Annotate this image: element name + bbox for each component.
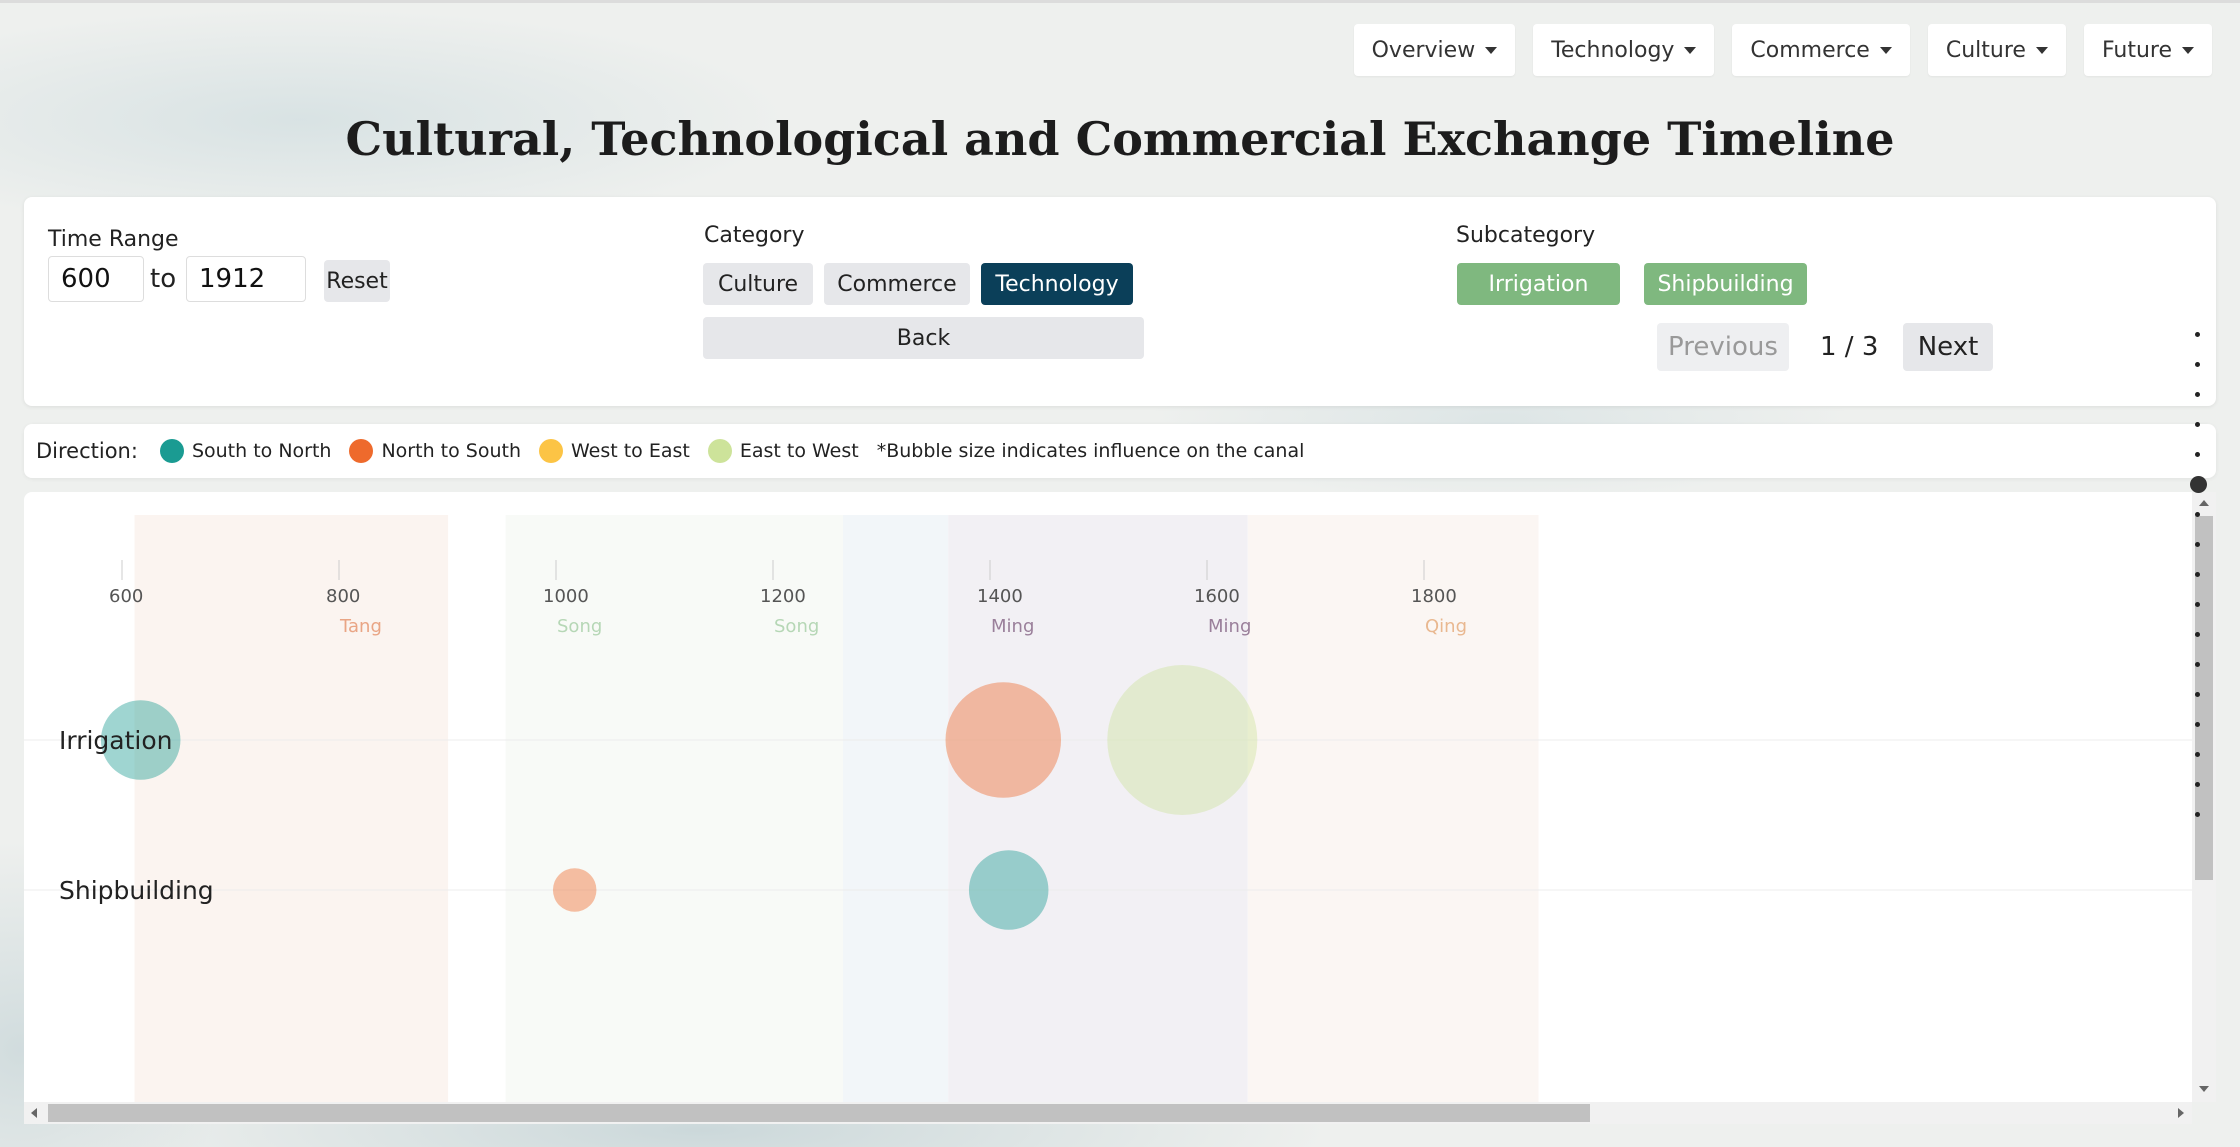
category-label: Category — [704, 223, 805, 248]
nav-dot[interactable] — [2195, 332, 2200, 337]
nav-overview-dropdown[interactable]: Overview — [1353, 24, 1516, 76]
dynasty-label: Qing — [1425, 616, 1467, 637]
top-nav: Overview Technology Commerce Culture Fut… — [1353, 24, 2212, 76]
subcategory-shipbuilding-button[interactable]: Shipbuilding — [1644, 263, 1807, 305]
timeline-chart-svg: 600 800 1000 1200 1400 1600 1800 Tang Song Song Mi… — [24, 515, 2192, 1102]
nav-dot[interactable] — [2195, 362, 2200, 367]
time-range-label: Time Range — [48, 227, 179, 252]
data-bubble — [1107, 665, 1258, 815]
scroll-right-icon[interactable] — [2178, 1108, 2184, 1118]
nav-dot[interactable] — [2195, 572, 2200, 577]
nav-dot[interactable] — [2195, 812, 2200, 817]
caret-down-icon — [2035, 46, 2048, 54]
legend-note: *Bubble size indicates influence on the … — [876, 440, 1305, 462]
nav-culture-dropdown[interactable]: Culture — [1927, 24, 2066, 76]
nav-item-label: Future — [2101, 37, 2172, 63]
x-tick-label: 1400 — [977, 586, 1023, 607]
category-technology-button[interactable]: Technology — [981, 263, 1133, 305]
nav-item-label: Overview — [1371, 37, 1476, 63]
nav-dot[interactable] — [2195, 422, 2200, 427]
x-tick-label: 1600 — [1194, 586, 1240, 607]
dynasty-label: Ming — [991, 616, 1034, 637]
page-indicator: 1 / 3 — [1820, 332, 1879, 362]
nav-item-label: Culture — [1945, 37, 2026, 63]
previous-button[interactable]: Previous — [1657, 323, 1789, 371]
caret-down-icon — [2182, 46, 2194, 54]
nav-dot[interactable] — [2195, 752, 2200, 757]
year-to-input[interactable] — [186, 256, 306, 302]
vertical-scroll-thumb[interactable] — [2195, 516, 2213, 880]
filter-panel: Time Range to Reset Category Culture Com… — [24, 197, 2216, 406]
legend-swatch-icon — [159, 439, 184, 463]
legend-label: Direction: — [36, 439, 138, 463]
reset-button[interactable]: Reset — [324, 260, 390, 302]
era-band — [1247, 515, 1539, 1102]
legend-swatch-icon — [707, 439, 732, 463]
subcategory-label: Subcategory — [1456, 223, 1596, 248]
nav-dot[interactable] — [2195, 512, 2200, 517]
caret-down-icon — [1879, 46, 1892, 54]
to-label: to — [150, 264, 177, 294]
x-tick-label: 1800 — [1411, 586, 1457, 607]
data-bubble — [945, 682, 1062, 798]
scroll-left-icon[interactable] — [31, 1108, 37, 1118]
scroll-down-icon[interactable] — [2199, 1086, 2209, 1092]
dynasty-label: Song — [557, 616, 602, 637]
legend-item: South to North — [159, 439, 332, 463]
nav-future-dropdown[interactable]: Future — [2083, 24, 2212, 76]
legend-item-label: West to East — [570, 440, 690, 462]
x-tick-label: 800 — [326, 586, 360, 607]
nav-dot[interactable] — [2195, 542, 2200, 547]
caret-down-icon — [1684, 46, 1697, 54]
nav-dot[interactable] — [2195, 782, 2200, 787]
category-culture-button[interactable]: Culture — [703, 263, 813, 305]
year-from-input[interactable] — [48, 256, 144, 302]
nav-item-label: Technology — [1551, 37, 1675, 63]
nav-dot[interactable] — [2195, 602, 2200, 607]
dynasty-label: Ming — [1208, 616, 1251, 637]
nav-technology-dropdown[interactable]: Technology — [1533, 24, 1715, 76]
direction-legend: Direction: South to North North to South… — [24, 424, 2216, 478]
nav-dot[interactable] — [2195, 392, 2200, 397]
data-bubble — [552, 868, 597, 912]
legend-item: North to South — [349, 439, 521, 463]
x-tick-label: 1200 — [760, 586, 806, 607]
era-band — [134, 515, 449, 1102]
subcategory-irrigation-button[interactable]: Irrigation — [1457, 263, 1620, 305]
horizontal-scrollbar[interactable] — [24, 1102, 2192, 1124]
legend-swatch-icon — [538, 439, 563, 463]
back-button[interactable]: Back — [703, 317, 1144, 359]
category-commerce-button[interactable]: Commerce — [824, 263, 970, 305]
top-border — [0, 0, 2240, 3]
legend-item-label: East to West — [739, 440, 859, 462]
data-bubble — [968, 850, 1049, 930]
legend-item: West to East — [538, 439, 690, 463]
nav-dot[interactable] — [2195, 692, 2200, 697]
nav-dot[interactable] — [2195, 662, 2200, 667]
nav-dot-active[interactable] — [2190, 476, 2207, 493]
era-band — [843, 515, 949, 1102]
legend-item-label: South to North — [191, 440, 332, 462]
next-button[interactable]: Next — [1903, 323, 1993, 371]
x-tick-label: 600 — [109, 586, 143, 607]
row-label: Shipbuilding — [59, 876, 214, 905]
vertical-scrollbar[interactable] — [2192, 492, 2216, 1102]
nav-dot[interactable] — [2195, 452, 2200, 457]
scroll-up-icon[interactable] — [2199, 500, 2209, 506]
legend-item: East to West — [707, 439, 859, 463]
timeline-chart: 600 800 1000 1200 1400 1600 1800 Tang Song Song Mi… — [24, 492, 2216, 1102]
x-tick-label: 1000 — [543, 586, 589, 607]
horizontal-scroll-thumb[interactable] — [48, 1104, 1590, 1122]
nav-dot[interactable] — [2195, 722, 2200, 727]
row-label: Irrigation — [59, 726, 173, 755]
legend-swatch-icon — [349, 439, 374, 463]
dynasty-label: Song — [774, 616, 819, 637]
page-title: Cultural, Technological and Commercial E… — [345, 112, 1895, 166]
dynasty-label: Tang — [339, 616, 382, 637]
caret-down-icon — [1485, 46, 1498, 54]
nav-item-label: Commerce — [1750, 37, 1870, 63]
nav-dot[interactable] — [2195, 632, 2200, 637]
nav-commerce-dropdown[interactable]: Commerce — [1732, 24, 1910, 76]
legend-item-label: North to South — [381, 440, 521, 462]
